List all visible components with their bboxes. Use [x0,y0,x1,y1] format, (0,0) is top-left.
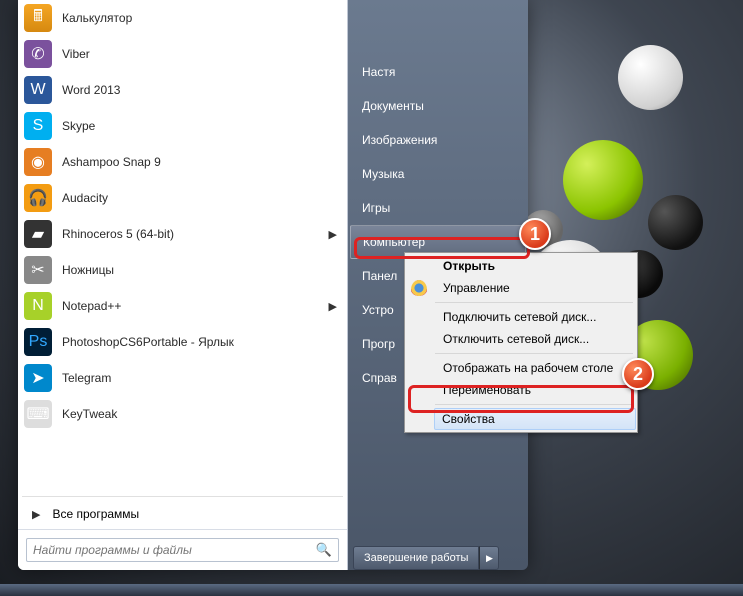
aud-icon: 🎧 [24,184,52,212]
rhino-icon: ▰ [24,220,52,248]
shield-icon [411,280,427,296]
sci-icon: ✂ [24,256,52,284]
search-icon: 🔍 [316,542,332,558]
viber-icon: ✆ [24,40,52,68]
ctx-open[interactable]: Открыть [435,255,635,277]
kt-icon: ⌨ [24,400,52,428]
context-menu: Открыть Управление Подключить сетевой ди… [404,252,638,433]
ctx-disconnect-drive[interactable]: Отключить сетевой диск... [435,328,635,350]
calc-icon: 🖩 [24,4,52,32]
wallpaper-sphere [648,195,703,250]
shutdown-options-button[interactable]: ▶ [479,546,499,570]
program-label: Audacity [62,191,341,205]
wallpaper-sphere [618,45,683,110]
program-label: Ashampoo Snap 9 [62,155,341,169]
program-label: Rhinoceros 5 (64-bit) [62,227,329,241]
divider [22,496,343,497]
program-label: PhotoshopCS6Portable - Ярлык [62,335,341,349]
separator [435,302,633,303]
side-item-music[interactable]: Музыка [348,157,528,191]
snap-icon: ◉ [24,148,52,176]
all-programs-label: Все программы [52,507,139,521]
all-programs-button[interactable]: ▶ Все программы [18,499,347,529]
npp-icon: N [24,292,52,320]
shutdown-area: Завершение работы ▶ [353,546,499,570]
separator [435,353,633,354]
program-label: Ножницы [62,263,341,277]
submenu-arrow-icon: ▶ [329,300,337,313]
program-label: Notepad++ [62,299,329,313]
program-item-sci[interactable]: ✂ Ножницы [18,252,347,288]
annotation-marker-2: 2 [622,358,654,390]
program-label: Skype [62,119,341,133]
program-item-viber[interactable]: ✆ Viber [18,36,347,72]
program-label: Viber [62,47,341,61]
shutdown-button[interactable]: Завершение работы [353,546,479,570]
wallpaper-sphere [563,140,643,220]
search-input[interactable] [33,543,316,557]
ctx-rename[interactable]: Переименовать [435,379,635,401]
program-item-aud[interactable]: 🎧 Audacity [18,180,347,216]
program-label: Калькулятор [62,11,341,25]
program-list: 🖩 Калькулятор ✆ Viber W Word 2013 S Skype ◉ Asham… [18,0,347,494]
ctx-properties[interactable]: Свойства [434,408,636,430]
start-menu-left-pane: 🖩 Калькулятор ✆ Viber W Word 2013 S Skype ◉ Asham… [18,0,348,570]
tg-icon: ➤ [24,364,52,392]
word-icon: W [24,76,52,104]
side-item-games[interactable]: Игры [348,191,528,225]
program-item-skype[interactable]: S Skype [18,108,347,144]
program-item-rhino[interactable]: ▰ Rhinoceros 5 (64-bit)▶ [18,216,347,252]
ps-icon: Ps [24,328,52,356]
program-item-snap[interactable]: ◉ Ashampoo Snap 9 [18,144,347,180]
program-label: Telegram [62,371,341,385]
ctx-map-drive[interactable]: Подключить сетевой диск... [435,306,635,328]
side-item-pictures[interactable]: Изображения [348,123,528,157]
side-item-documents[interactable]: Документы [348,89,528,123]
search-box[interactable]: 🔍 [26,538,339,562]
program-item-calc[interactable]: 🖩 Калькулятор [18,0,347,36]
arrow-right-icon: ▶ [32,508,40,521]
ctx-manage[interactable]: Управление [435,277,635,299]
search-area: 🔍 [18,529,347,570]
program-item-kt[interactable]: ⌨ KeyTweak [18,396,347,432]
submenu-arrow-icon: ▶ [329,228,337,241]
shutdown-label: Завершение работы [364,552,468,564]
program-item-tg[interactable]: ➤ Telegram [18,360,347,396]
program-item-word[interactable]: W Word 2013 [18,72,347,108]
annotation-marker-1: 1 [519,218,551,250]
program-item-npp[interactable]: N Notepad++▶ [18,288,347,324]
program-item-ps[interactable]: Ps PhotoshopCS6Portable - Ярлык [18,324,347,360]
program-label: KeyTweak [62,407,341,421]
program-label: Word 2013 [62,83,341,97]
ctx-show-desktop[interactable]: Отображать на рабочем столе [435,357,635,379]
skype-icon: S [24,112,52,140]
taskbar[interactable] [0,584,743,596]
separator [435,404,633,405]
side-item-user[interactable]: Настя [348,55,528,89]
